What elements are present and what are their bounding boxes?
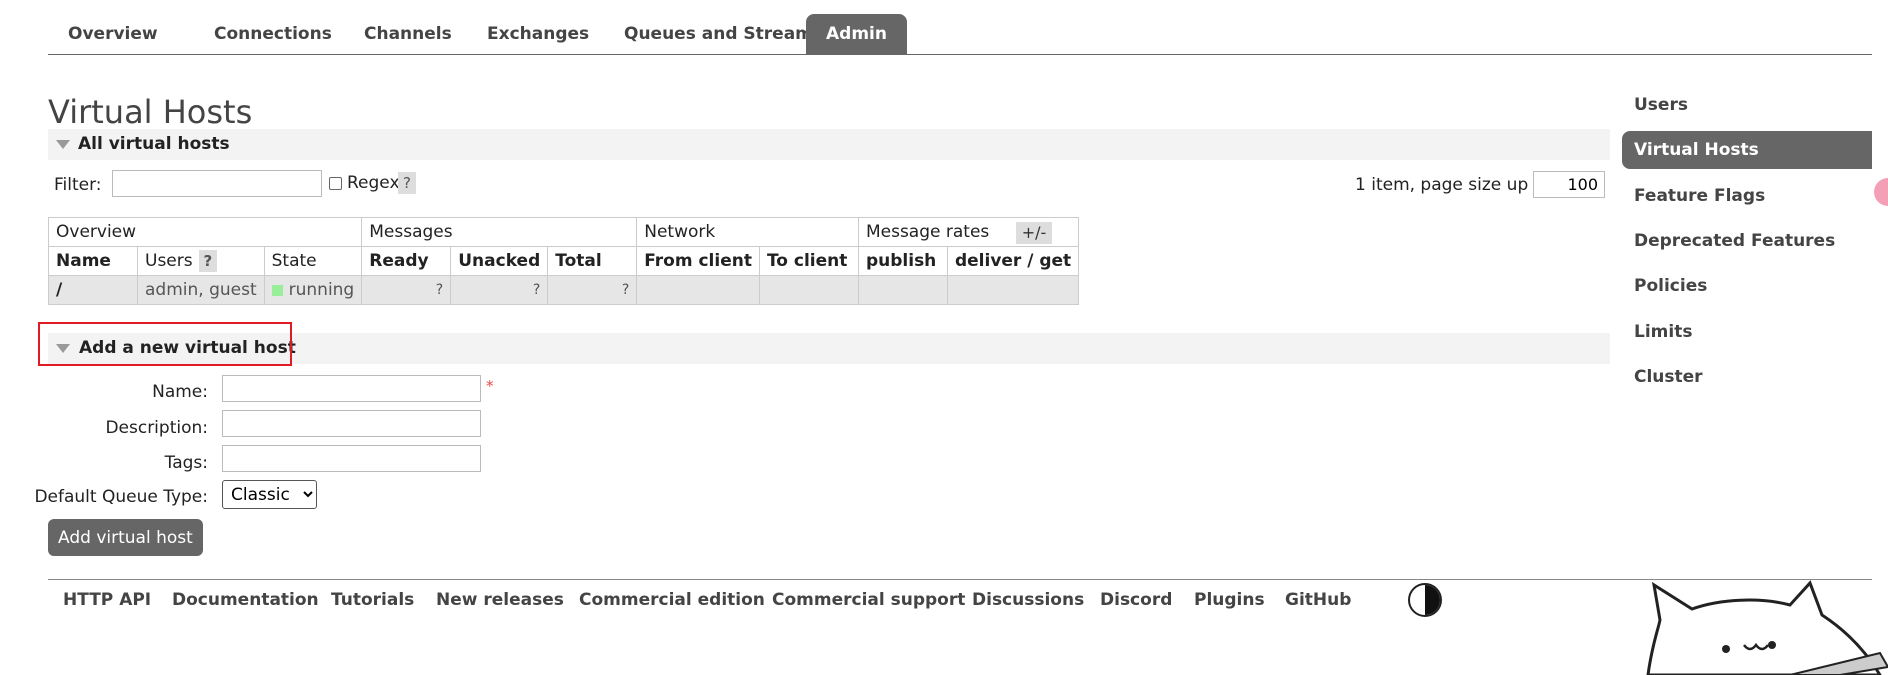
sidebar-item-virtual-hosts[interactable]: Virtual Hosts [1622, 131, 1872, 169]
tab-admin[interactable]: Admin [806, 14, 907, 54]
group-overview: Overview [47, 217, 363, 247]
vhost-description-input[interactable] [222, 410, 481, 437]
columns-toggle-button[interactable]: +/- [1016, 222, 1052, 244]
footer-link-documentation[interactable]: Documentation [172, 590, 319, 610]
col-to-client[interactable]: To client [758, 246, 859, 276]
vhost-state: running [263, 275, 363, 305]
vhost-tags-input[interactable] [222, 445, 481, 472]
sidebar-item-users[interactable]: Users [1622, 86, 1872, 124]
footer-link-new-releases[interactable]: New releases [436, 590, 564, 610]
vhost-name-input[interactable] [222, 375, 481, 402]
vhost-deliver-get [946, 275, 1080, 305]
all-vhosts-title[interactable]: All virtual hosts [78, 129, 230, 160]
sidebar-item-limits[interactable]: Limits [1622, 313, 1872, 351]
vhosts-table: Overview Messages Network Message rates … [47, 217, 1080, 305]
col-name[interactable]: Name [48, 246, 138, 276]
regex-label: Regex [347, 173, 400, 193]
vhost-from-client [636, 275, 760, 305]
col-unacked[interactable]: Unacked [450, 246, 549, 276]
group-network: Network [636, 217, 859, 247]
sidebar-item-feature-flags[interactable]: Feature Flags [1622, 177, 1872, 215]
all-vhosts-section-header[interactable]: All virtual hosts [48, 129, 1610, 160]
vhost-to-client [758, 275, 859, 305]
col-total[interactable]: Total [547, 246, 638, 276]
running-status-icon [271, 284, 283, 296]
regex-checkbox[interactable] [329, 177, 342, 190]
footer-link-commercial-edition[interactable]: Commercial edition [579, 590, 765, 610]
vhost-users: admin, guest [137, 275, 265, 305]
vhost-state-label: running [288, 280, 355, 300]
vhost-publish [857, 275, 948, 305]
tags-label: Tags: [164, 453, 208, 473]
footer-link-tutorials[interactable]: Tutorials [331, 590, 414, 610]
default-queue-type-select[interactable]: Classic [222, 480, 317, 509]
footer-link-discord[interactable]: Discord [1100, 590, 1172, 610]
page-size-input[interactable] [1533, 171, 1605, 198]
tab-channels[interactable]: Channels [344, 14, 472, 54]
footer-link-discussions[interactable]: Discussions [972, 590, 1084, 610]
vhost-total: ? [547, 275, 638, 305]
col-deliver-get[interactable]: deliver / get [946, 246, 1080, 276]
name-label: Name: [152, 382, 208, 402]
required-mark: * [486, 377, 494, 395]
regex-help-icon[interactable]: ? [398, 172, 416, 194]
filter-label: Filter: [54, 175, 102, 195]
sidebar-item-cluster[interactable]: Cluster [1622, 358, 1872, 396]
vhost-ready: ? [361, 275, 452, 305]
footer-link-github[interactable]: GitHub [1285, 590, 1351, 610]
col-ready[interactable]: Ready [361, 246, 452, 276]
main-tabs: Overview Connections Channels Exchanges … [48, 14, 1872, 55]
col-users-label: Users [145, 251, 193, 271]
col-publish[interactable]: publish [857, 246, 948, 276]
col-state[interactable]: State [263, 246, 363, 276]
theme-toggle-icon[interactable] [1408, 583, 1442, 617]
footer: HTTP API Documentation Tutorials New rel… [48, 579, 1872, 624]
highlight-box [38, 322, 292, 366]
add-virtual-host-button[interactable]: Add virtual host [48, 519, 203, 556]
tab-exchanges[interactable]: Exchanges [467, 14, 609, 54]
collapse-triangle-icon [56, 140, 70, 149]
col-users: Users ? [137, 246, 265, 276]
tab-connections[interactable]: Connections [194, 14, 352, 54]
cat-mascot-icon [1646, 580, 1888, 675]
tab-overview[interactable]: Overview [48, 14, 178, 54]
sidebar-item-policies[interactable]: Policies [1622, 267, 1872, 305]
table-row[interactable]: / admin, guest running ? ? ? [48, 275, 1080, 305]
floating-widget-icon[interactable] [1874, 178, 1888, 206]
sidebar-item-deprecated-features[interactable]: Deprecated Features [1622, 222, 1872, 260]
filter-input[interactable] [112, 170, 322, 197]
users-help-icon[interactable]: ? [198, 250, 218, 272]
footer-link-commercial-support[interactable]: Commercial support [772, 590, 965, 610]
description-label: Description: [105, 418, 208, 438]
footer-link-http-api[interactable]: HTTP API [63, 590, 151, 610]
group-messages: Messages [361, 217, 638, 247]
vhost-name-link[interactable]: / [48, 275, 138, 305]
paging-text: 1 item, page size up to [1355, 175, 1551, 195]
col-from-client[interactable]: From client [636, 246, 760, 276]
page-title: Virtual Hosts [48, 93, 253, 131]
footer-link-plugins[interactable]: Plugins [1194, 590, 1265, 610]
vhost-unacked: ? [450, 275, 549, 305]
queue-type-label: Default Queue Type: [34, 487, 208, 507]
